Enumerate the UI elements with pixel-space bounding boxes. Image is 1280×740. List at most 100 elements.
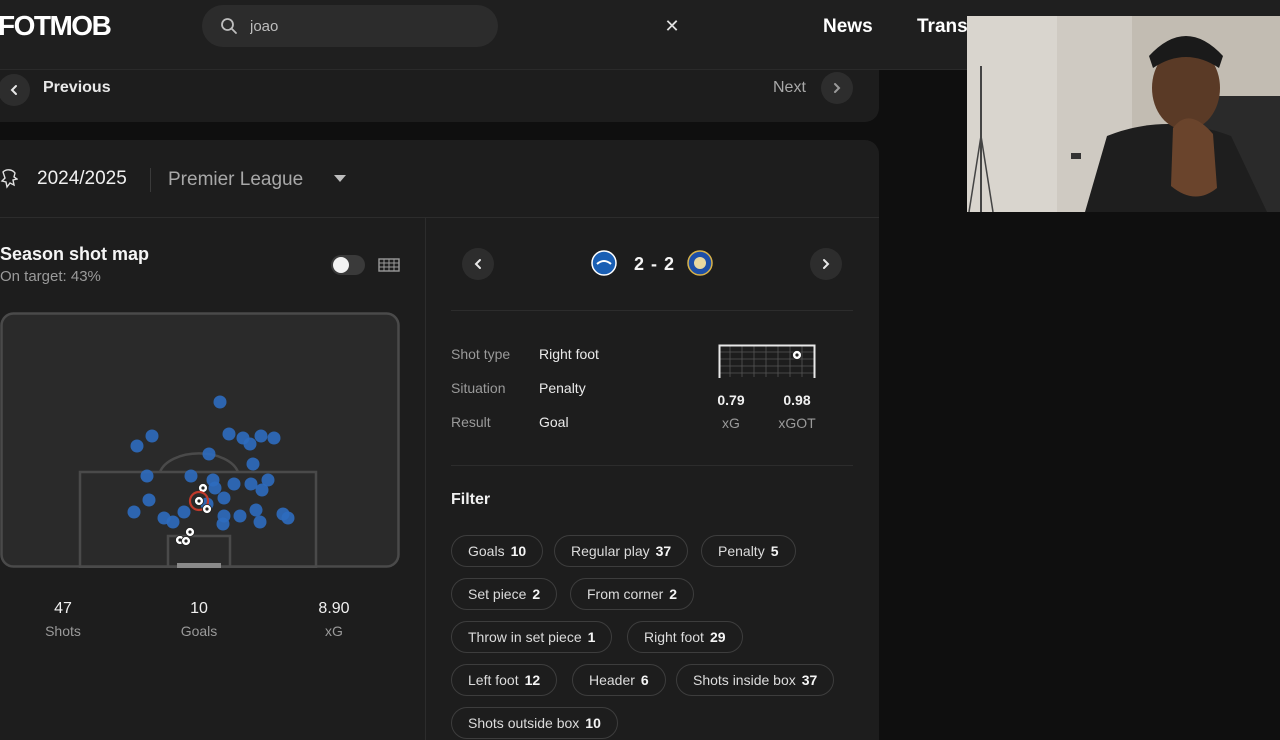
situation-label: Situation: [451, 380, 506, 396]
shot-dot[interactable]: [255, 483, 269, 497]
filter-chip-header[interactable]: Header 6: [572, 664, 666, 696]
chip-label: Shots inside box: [693, 672, 796, 688]
stat-value: 10: [190, 600, 208, 617]
shot-dot[interactable]: [233, 509, 247, 523]
shot-dot[interactable]: [253, 515, 267, 529]
chip-count: 6: [640, 672, 649, 688]
shot-dot[interactable]: [184, 469, 198, 483]
xgot-label: xGOT: [778, 415, 816, 431]
shot-dot[interactable]: [166, 515, 180, 529]
previous-button[interactable]: [0, 74, 30, 106]
match-pager: Previous Next: [0, 70, 879, 122]
filter-chip-set-piece[interactable]: Set piece 2: [451, 578, 558, 610]
shot-type-value: Right foot: [539, 346, 599, 362]
chevron-left-icon: [474, 259, 481, 269]
shot-dot[interactable]: [140, 469, 154, 483]
stat-value: 8.90: [318, 600, 350, 617]
stat-goals: 10 Goals: [154, 600, 244, 639]
filter-chip-penalty[interactable]: Penalty 5: [701, 535, 796, 567]
goal-marker[interactable]: [181, 536, 191, 546]
shot-dot[interactable]: [246, 457, 260, 471]
stat-label: Goals: [180, 623, 218, 639]
shot-dot[interactable]: [217, 491, 231, 505]
filter-chip-throw-in-set-piece[interactable]: Throw in set piece 1: [451, 621, 613, 653]
chip-label: Right foot: [644, 629, 704, 645]
chip-count: 10: [510, 543, 527, 559]
chevron-left-icon: [10, 85, 17, 95]
shot-dot[interactable]: [227, 477, 241, 491]
shot-dot[interactable]: [130, 439, 144, 453]
previous-label[interactable]: Previous: [43, 79, 111, 97]
search-box: ✕: [202, 5, 680, 47]
webcam-overlay: [967, 16, 1280, 212]
shot-dot[interactable]: [145, 429, 159, 443]
shot-dot[interactable]: [177, 505, 191, 519]
chevron-right-icon: [823, 259, 830, 269]
goal-marker[interactable]: [185, 527, 195, 537]
leicester-crest-icon: [687, 250, 713, 276]
chip-count: 1: [587, 629, 596, 645]
premier-league-lion-icon: [0, 169, 18, 189]
shot-dot[interactable]: [216, 517, 230, 531]
shot-map-toggle[interactable]: [331, 255, 365, 275]
filter-chip-from-corner[interactable]: From corner 2: [570, 578, 695, 610]
grid-view-icon[interactable]: [378, 257, 400, 273]
chip-count: 29: [709, 629, 726, 645]
shot-type-label: Shot type: [451, 346, 511, 362]
chip-label: Left foot: [468, 672, 519, 688]
shot-dot[interactable]: [127, 505, 141, 519]
previous-match-button[interactable]: [462, 248, 494, 280]
nav-transfers[interactable]: Trans: [917, 16, 968, 38]
league-dropdown-caret-icon[interactable]: [334, 175, 346, 182]
shot-dot[interactable]: [222, 427, 236, 441]
next-match-button[interactable]: [810, 248, 842, 280]
shot-dot[interactable]: [142, 493, 156, 507]
filter-chip-left-foot[interactable]: Left foot 12: [451, 664, 558, 696]
divider: [451, 310, 853, 311]
column-divider: [425, 218, 426, 740]
shot-map-card: 2024/2025 Premier League Season shot map…: [0, 140, 879, 740]
chip-label: Shots outside box: [468, 715, 580, 731]
brighton-crest-icon: [591, 250, 617, 276]
shot-dot[interactable]: [281, 511, 295, 525]
chip-label: From corner: [587, 586, 664, 602]
chip-count: 37: [655, 543, 672, 559]
shot-dot[interactable]: [254, 429, 268, 443]
divider: [150, 168, 151, 192]
clear-search-icon[interactable]: ✕: [664, 17, 680, 35]
stat-shots: 47 Shots: [18, 600, 108, 639]
shot-map-pitch[interactable]: [0, 312, 400, 568]
chip-label: Regular play: [571, 543, 650, 559]
fotmob-logo[interactable]: FOTMOB: [0, 10, 112, 42]
chip-count: 5: [770, 543, 779, 559]
divider: [451, 465, 853, 466]
goal-marker[interactable]: [202, 504, 212, 514]
ball-icon: [792, 350, 802, 360]
chevron-right-icon: [834, 83, 841, 93]
shot-dot[interactable]: [213, 395, 227, 409]
chip-label: Penalty: [718, 543, 765, 559]
search-icon: [221, 18, 237, 34]
shot-dot[interactable]: [202, 447, 216, 461]
shot-dot[interactable]: [208, 481, 222, 495]
season-label[interactable]: 2024/2025: [37, 168, 127, 190]
next-label[interactable]: Next: [773, 79, 806, 97]
league-name[interactable]: Premier League: [168, 169, 303, 191]
shot-dot[interactable]: [243, 437, 257, 451]
stat-label: Shots: [45, 623, 81, 639]
filter-chip-shots-outside-box[interactable]: Shots outside box 10: [451, 707, 618, 739]
search-input[interactable]: [250, 15, 450, 37]
filter-chip-right-foot[interactable]: Right foot 29: [627, 621, 743, 653]
goal-frame-graphic: [718, 344, 816, 378]
chip-label: Set piece: [468, 586, 527, 602]
filter-chip-shots-inside-box[interactable]: Shots inside box 37: [676, 664, 835, 696]
shot-dot[interactable]: [244, 477, 258, 491]
result-value: Goal: [539, 414, 569, 430]
shot-dot[interactable]: [249, 503, 263, 517]
nav-news[interactable]: News: [823, 16, 873, 38]
next-button[interactable]: [821, 72, 853, 104]
filter-chip-regular-play[interactable]: Regular play 37: [554, 535, 689, 567]
filter-chip-goals[interactable]: Goals 10: [451, 535, 544, 567]
chip-label: Throw in set piece: [468, 629, 582, 645]
shot-dot[interactable]: [267, 431, 281, 445]
